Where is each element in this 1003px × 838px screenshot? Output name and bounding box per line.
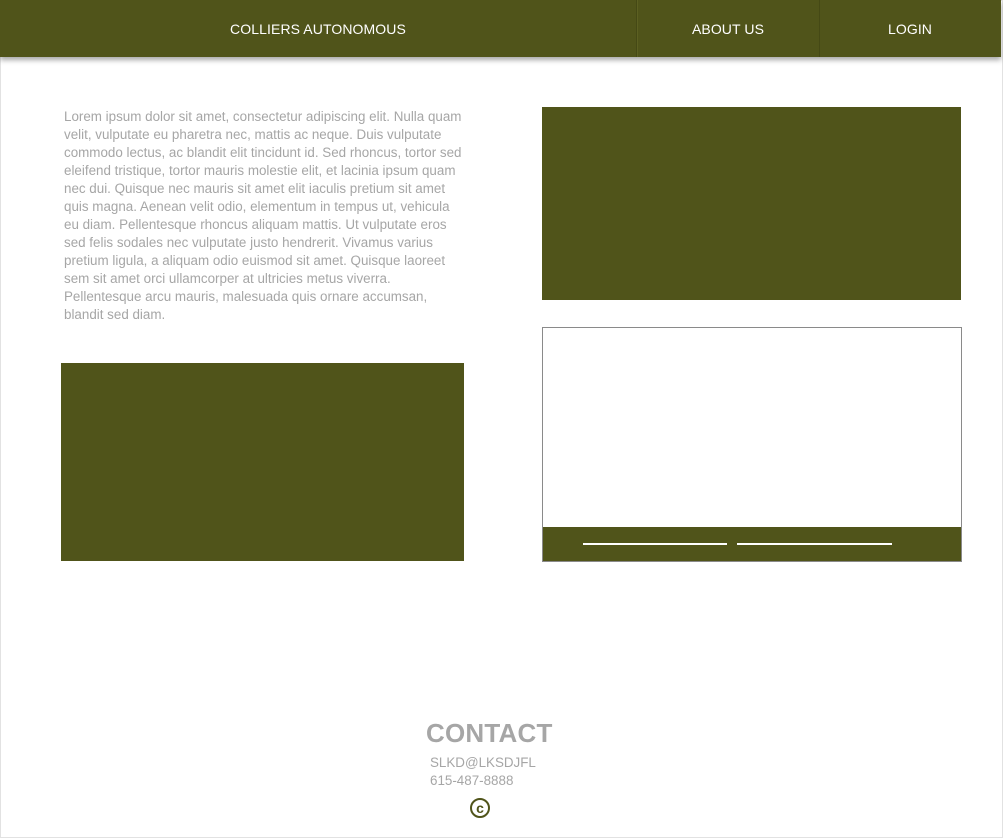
top-navbar: COLLIERS AUTONOMOUS ABOUT US LOGIN [0,0,1001,57]
image-placeholder-top-right [542,107,961,300]
video-screen[interactable] [543,328,961,527]
image-placeholder-bottom-left [61,363,464,561]
contact-phone[interactable]: 615-487-8888 [430,773,513,788]
nav-about-us[interactable]: ABOUT US [636,0,820,57]
copyright-icon: c [470,798,490,818]
brand-link[interactable]: COLLIERS AUTONOMOUS [0,0,636,57]
video-player[interactable] [542,327,962,562]
progress-track[interactable] [583,543,727,545]
contact-heading: CONTACT [426,718,553,748]
contact-email[interactable]: SLKD@LKSDJFL [430,755,536,770]
intro-paragraph: Lorem ipsum dolor sit amet, consectetur … [64,109,462,322]
nav-login[interactable]: LOGIN [819,0,1001,57]
player-control-bar [543,527,961,561]
volume-track[interactable] [737,543,892,545]
